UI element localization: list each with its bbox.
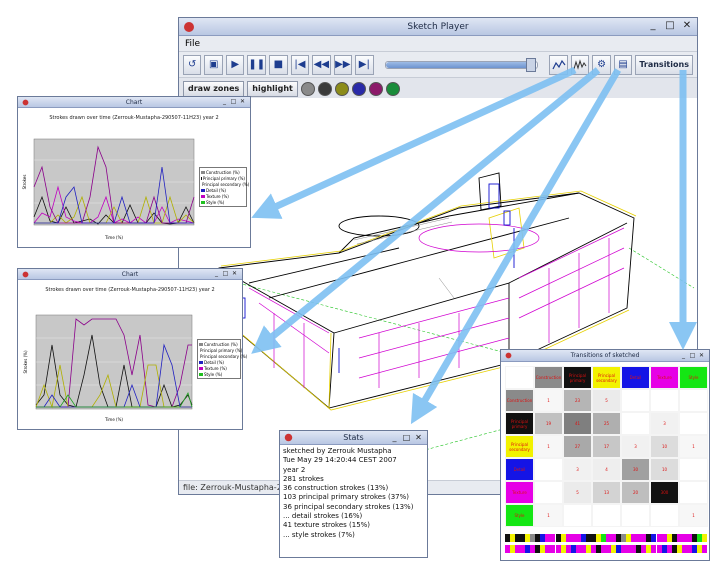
arrow-to-stats [410, 68, 622, 425]
annotation-arrows [251, 66, 697, 425]
arrow-to-chart2 [251, 67, 601, 354]
desktop: Sketch Player _ □ ✕ File ↺ ▣ ▶ ❚❚ ■ |◀ ◀… [0, 0, 726, 574]
arrow-to-chart1 [251, 66, 577, 219]
